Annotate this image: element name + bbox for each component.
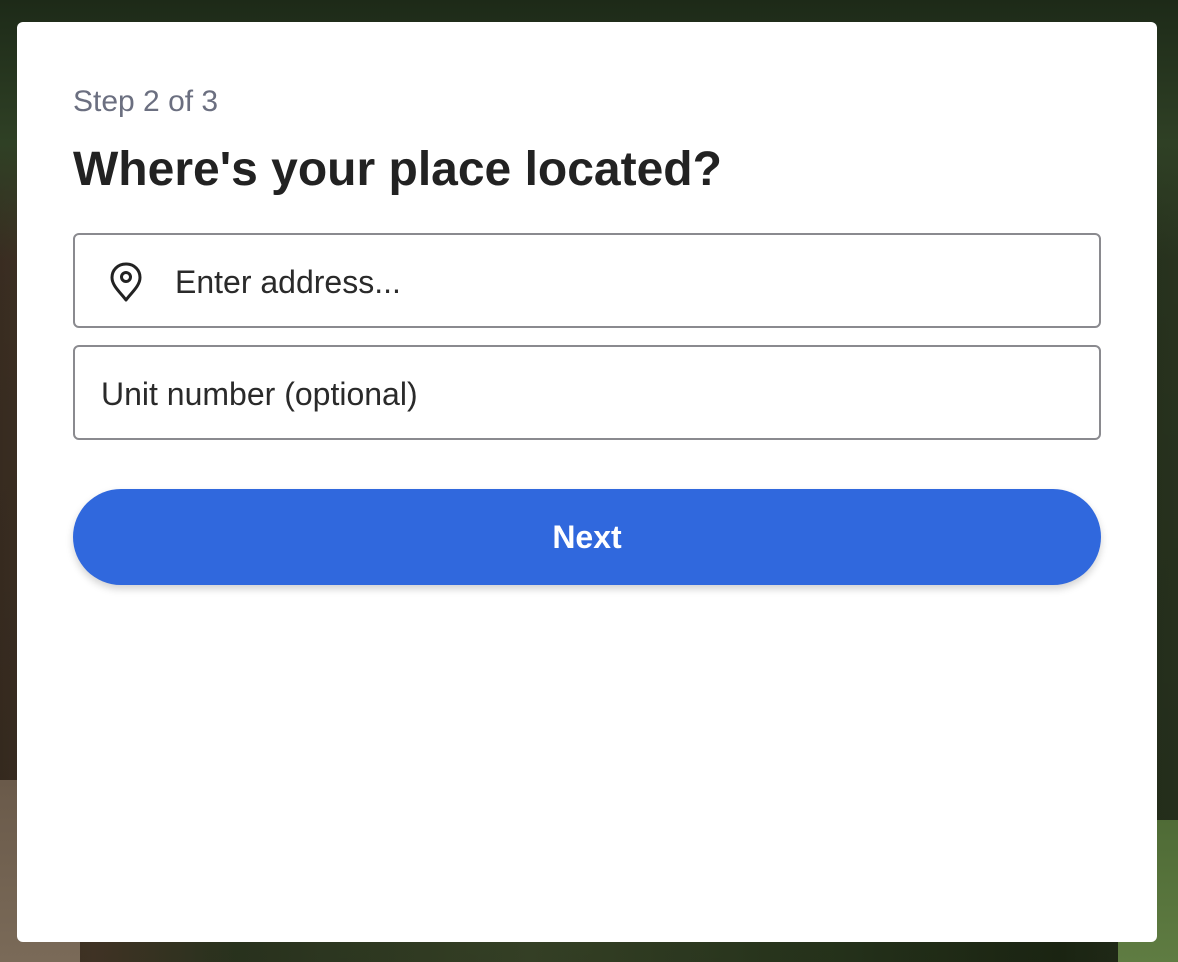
step-indicator: Step 2 of 3: [73, 85, 219, 118]
address-input[interactable]: [173, 251, 1077, 313]
page-title: Where's your place located?: [73, 143, 722, 196]
unit-number-input[interactable]: [99, 363, 1073, 425]
unit-number-field[interactable]: [73, 345, 1101, 440]
next-button[interactable]: Next: [73, 489, 1101, 585]
location-form-card: Step 2 of 3 Where's your place located? …: [17, 22, 1157, 942]
map-pin-icon: [108, 262, 144, 302]
address-field[interactable]: [73, 233, 1101, 328]
